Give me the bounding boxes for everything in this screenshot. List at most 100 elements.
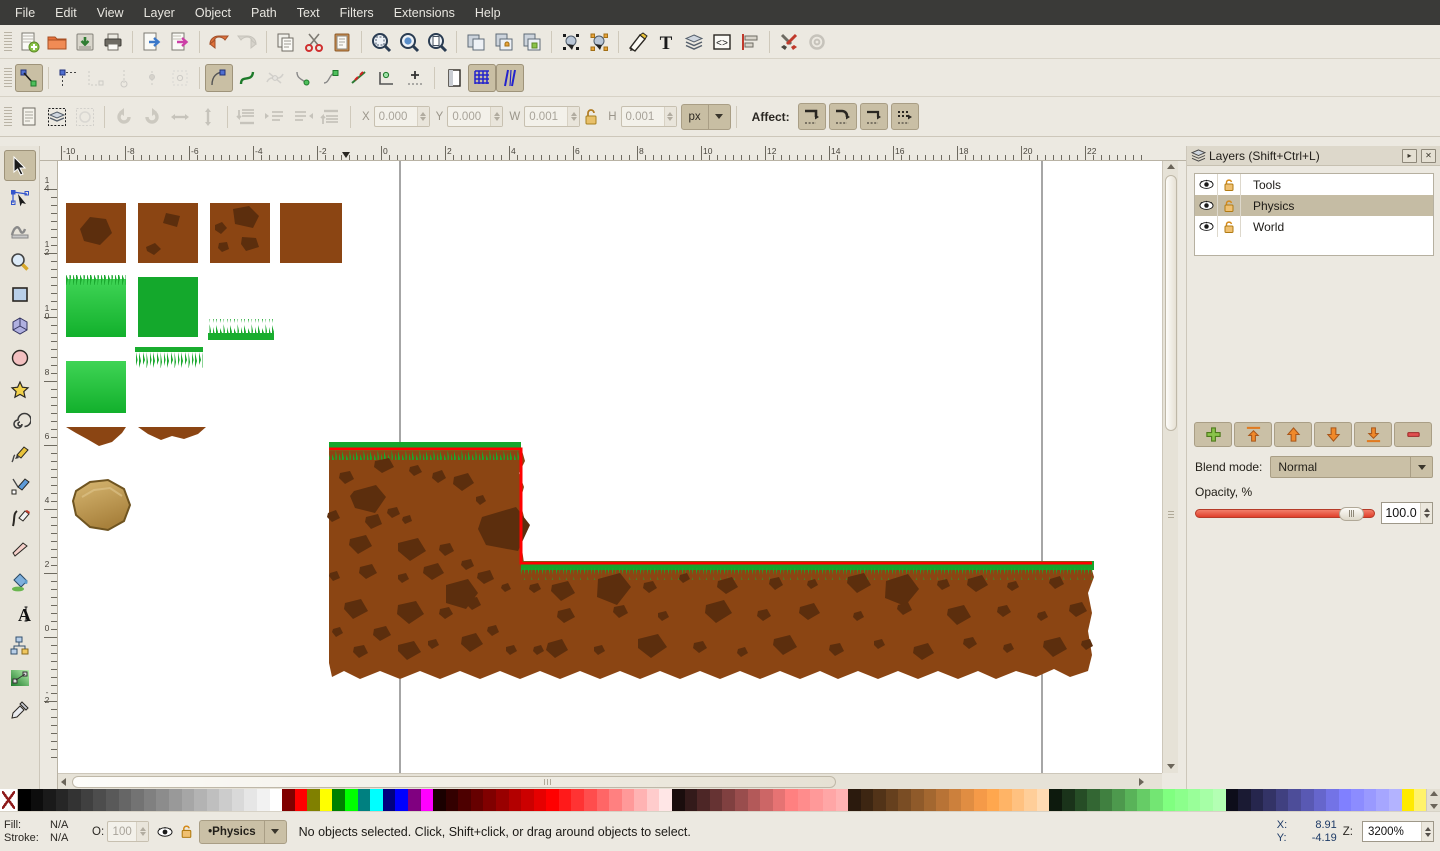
- eye-icon[interactable]: [1195, 221, 1217, 232]
- scroll-down-arrow-icon[interactable]: [1167, 764, 1175, 769]
- pen-tool[interactable]: [4, 470, 36, 501]
- snap-guides-button[interactable]: [496, 63, 524, 92]
- palette-swatch[interactable]: [697, 789, 710, 811]
- chevron-down-icon[interactable]: [263, 820, 286, 843]
- canvas-vertical-scrollbar[interactable]: [1162, 161, 1178, 773]
- lock-ratio-icon[interactable]: [580, 103, 602, 131]
- palette-swatch[interactable]: [1275, 789, 1289, 811]
- drawing-canvas[interactable]: [58, 161, 1162, 789]
- palette-swatch[interactable]: [558, 789, 572, 811]
- palette-swatch[interactable]: [1061, 789, 1075, 811]
- palette-swatch[interactable]: [445, 789, 459, 811]
- palette-swatch[interactable]: [1200, 789, 1213, 811]
- snap-nodes-button[interactable]: [205, 63, 233, 92]
- raise-to-top-button[interactable]: [317, 103, 345, 131]
- palette-swatch[interactable]: [961, 789, 974, 811]
- raise-layer-button[interactable]: [1274, 422, 1312, 447]
- toolbar-grip[interactable]: [4, 31, 12, 52]
- layer-list[interactable]: Tools Physics World: [1194, 173, 1434, 256]
- status-opacity-input[interactable]: [108, 822, 137, 841]
- palette-swatch[interactable]: [269, 789, 283, 811]
- opacity-value-field[interactable]: 100.0: [1381, 502, 1433, 524]
- menu-item-path[interactable]: Path: [242, 3, 286, 23]
- fill-stroke-indicator[interactable]: Fill: N/A Stroke: N/A: [0, 819, 92, 845]
- zoom-field[interactable]: 3200%: [1362, 821, 1434, 842]
- palette-swatch[interactable]: [659, 789, 673, 811]
- chevron-down-icon[interactable]: [1410, 457, 1432, 477]
- ellipse-tool[interactable]: [4, 342, 36, 373]
- status-opacity-field[interactable]: [107, 821, 150, 842]
- palette-swatch[interactable]: [785, 789, 798, 811]
- palette-swatch[interactable]: [571, 789, 585, 811]
- y-stepper[interactable]: [490, 107, 503, 126]
- rotate-counter-clockwise-button[interactable]: [110, 103, 138, 131]
- palette-swatch[interactable]: [722, 789, 735, 811]
- palette-swatch[interactable]: [143, 789, 157, 811]
- palette-swatch[interactable]: [1414, 789, 1427, 811]
- snap-midpoints-button[interactable]: [345, 64, 373, 92]
- zoom-page-button[interactable]: [423, 28, 451, 56]
- y-input[interactable]: [448, 107, 491, 126]
- snap-page-border-button[interactable]: [440, 64, 468, 92]
- ungroup-objects-button[interactable]: [585, 28, 613, 56]
- tweak-tool[interactable]: [4, 214, 36, 245]
- selector-tool[interactable]: [3, 150, 36, 181]
- affect-gradients-button[interactable]: [859, 103, 888, 130]
- toolbar-grip[interactable]: [4, 67, 12, 88]
- dropper-tool[interactable]: [4, 694, 36, 725]
- w-stepper[interactable]: [567, 107, 580, 126]
- palette-swatch[interactable]: [43, 789, 56, 811]
- palette-scroll-arrows[interactable]: [1426, 789, 1440, 811]
- snap-rotation-centers-button[interactable]: [401, 64, 429, 92]
- menu-item-view[interactable]: View: [88, 3, 133, 23]
- zoom-tool[interactable]: [4, 246, 36, 277]
- palette-swatch[interactable]: [936, 789, 949, 811]
- palette-swatch[interactable]: [30, 789, 44, 811]
- palette-swatch[interactable]: [106, 789, 119, 811]
- menu-item-help[interactable]: Help: [466, 3, 510, 23]
- snap-bbox-corner-button[interactable]: [82, 64, 110, 92]
- palette-swatch[interactable]: [760, 789, 773, 811]
- unlock-icon[interactable]: [180, 824, 193, 839]
- h-field[interactable]: [620, 106, 677, 127]
- opacity-slider-handle[interactable]: [1339, 506, 1364, 521]
- current-layer-indicator[interactable]: •Physics: [199, 819, 287, 844]
- snap-object-centers-button[interactable]: [373, 64, 401, 92]
- menu-item-layer[interactable]: Layer: [135, 3, 184, 23]
- menu-item-object[interactable]: Object: [186, 3, 240, 23]
- palette-swatch[interactable]: [684, 789, 698, 811]
- menu-item-text[interactable]: Text: [288, 3, 329, 23]
- palette-swatch[interactable]: [948, 789, 962, 811]
- enable-snapping-button[interactable]: [15, 63, 43, 92]
- unlink-clone-button[interactable]: [518, 28, 546, 56]
- vertical-ruler[interactable]: 14 12 10 8 6 4 2 0 -2: [40, 161, 58, 789]
- palette-swatch[interactable]: [483, 789, 496, 811]
- minimize-icon[interactable]: ▸: [1402, 148, 1417, 163]
- palette-swatch[interactable]: [999, 789, 1012, 811]
- palette-swatch[interactable]: [873, 789, 886, 811]
- palette-swatch[interactable]: [621, 789, 635, 811]
- snap-paths-button[interactable]: [233, 64, 261, 92]
- palette-swatch[interactable]: [1313, 789, 1327, 811]
- raise-layer-to-top-button[interactable]: [1234, 422, 1272, 447]
- no-color-icon[interactable]: [0, 789, 18, 811]
- unlock-icon[interactable]: [1217, 195, 1241, 216]
- fill-and-stroke-button[interactable]: [624, 28, 652, 56]
- palette-swatch[interactable]: [1389, 789, 1402, 811]
- delete-layer-button[interactable]: [1394, 422, 1432, 447]
- palette-swatch[interactable]: [256, 789, 270, 811]
- palette-swatch[interactable]: [407, 789, 421, 811]
- unit-selector[interactable]: px: [680, 103, 731, 130]
- palette-swatch[interactable]: [810, 789, 823, 811]
- layer-row-world[interactable]: World: [1195, 216, 1433, 237]
- select-all-button[interactable]: [15, 103, 43, 131]
- eraser-tool[interactable]: [4, 534, 36, 565]
- palette-swatch[interactable]: [986, 789, 1000, 811]
- snap-path-intersections-button[interactable]: [261, 64, 289, 92]
- copy-button[interactable]: [272, 28, 300, 56]
- palette-swatch[interactable]: [93, 789, 107, 811]
- palette-swatch[interactable]: [1124, 789, 1138, 811]
- deselect-button[interactable]: [71, 103, 99, 131]
- palette-swatch[interactable]: [898, 789, 912, 811]
- save-document-button[interactable]: [71, 28, 99, 56]
